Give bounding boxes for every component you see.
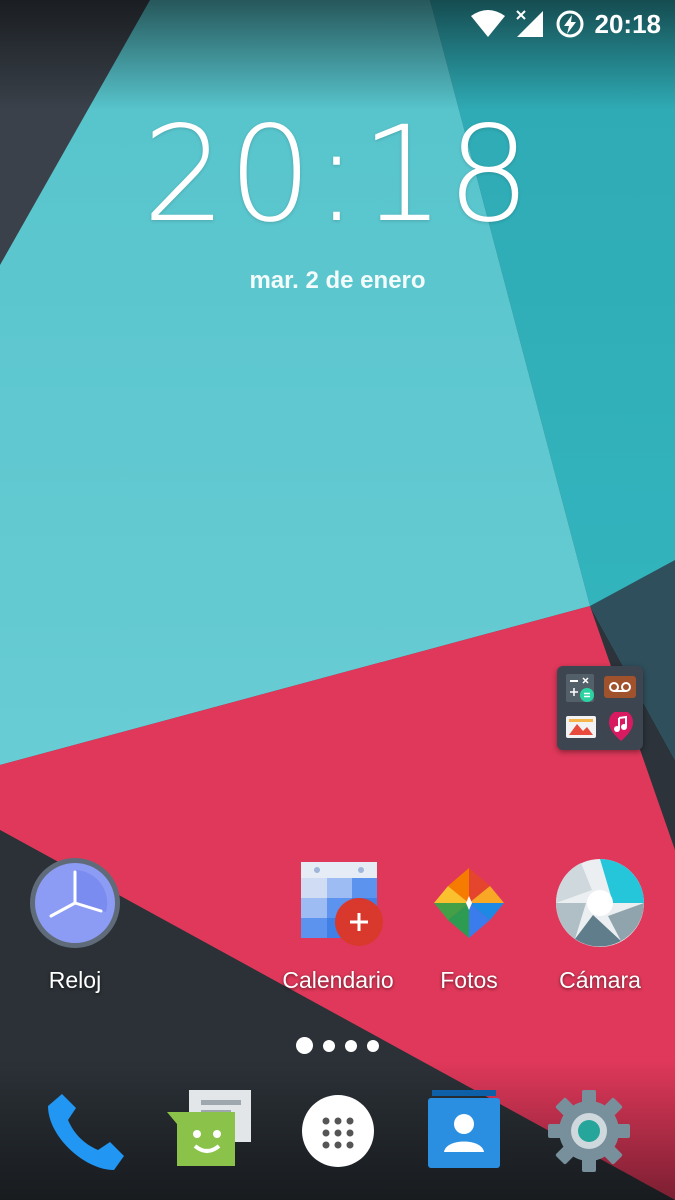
phone-icon[interactable] <box>40 1086 130 1176</box>
contacts-icon[interactable] <box>418 1086 508 1176</box>
status-time: 20:18 <box>594 8 662 39</box>
calculator-icon <box>566 674 594 702</box>
clock-time: 20:18 <box>142 98 533 252</box>
app-folder[interactable] <box>557 666 643 750</box>
signal-no-service-icon <box>515 10 543 37</box>
wifi-icon <box>470 10 505 37</box>
settings-icon[interactable] <box>544 1086 634 1176</box>
app-drawer-icon[interactable] <box>293 1086 383 1176</box>
app-camara[interactable]: Cámara <box>535 856 665 994</box>
camera-icon <box>555 859 644 947</box>
app-fotos[interactable]: Fotos <box>404 856 534 994</box>
clock-widget[interactable]: 20:18 mar. 2 de enero <box>0 105 675 295</box>
app-label: Fotos <box>440 967 498 993</box>
photos-icon <box>434 868 504 938</box>
page-dot[interactable] <box>323 1039 335 1052</box>
page-dot-active[interactable] <box>296 1037 313 1054</box>
app-reloj[interactable]: Reloj <box>10 856 140 994</box>
voicemail-icon <box>604 676 636 698</box>
page-indicator <box>0 1037 675 1054</box>
page-dot[interactable] <box>367 1039 379 1052</box>
calendar-icon <box>301 862 383 946</box>
messaging-icon[interactable] <box>165 1086 255 1176</box>
battery-charging-icon <box>556 10 583 38</box>
page-dot[interactable] <box>345 1039 357 1052</box>
app-calendario[interactable]: Calendario <box>273 856 403 994</box>
music-icon <box>609 712 633 741</box>
app-label: Reloj <box>48 967 102 993</box>
clock-date: mar. 2 de enero <box>249 267 426 294</box>
gallery-icon <box>566 716 596 738</box>
app-label: Cámara <box>559 967 641 993</box>
app-label: Calendario <box>282 967 394 993</box>
clock-icon <box>30 858 120 948</box>
status-bar: 20:18 <box>0 0 675 48</box>
